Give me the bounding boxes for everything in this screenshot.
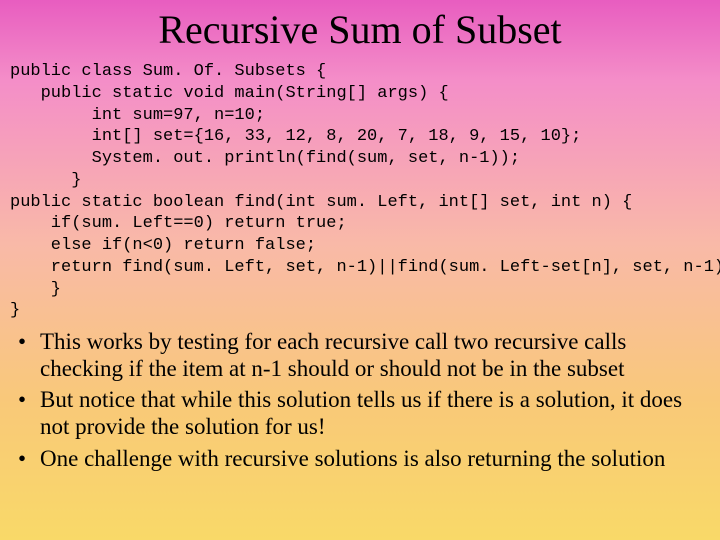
- list-item: This works by testing for each recursive…: [40, 328, 702, 382]
- slide: Recursive Sum of Subset public class Sum…: [0, 0, 720, 540]
- bullet-list: This works by testing for each recursive…: [0, 328, 720, 472]
- list-item: One challenge with recursive solutions i…: [40, 445, 702, 472]
- slide-title: Recursive Sum of Subset: [0, 0, 720, 61]
- code-block: public class Sum. Of. Subsets { public s…: [0, 61, 720, 328]
- list-item: But notice that while this solution tell…: [40, 386, 702, 440]
